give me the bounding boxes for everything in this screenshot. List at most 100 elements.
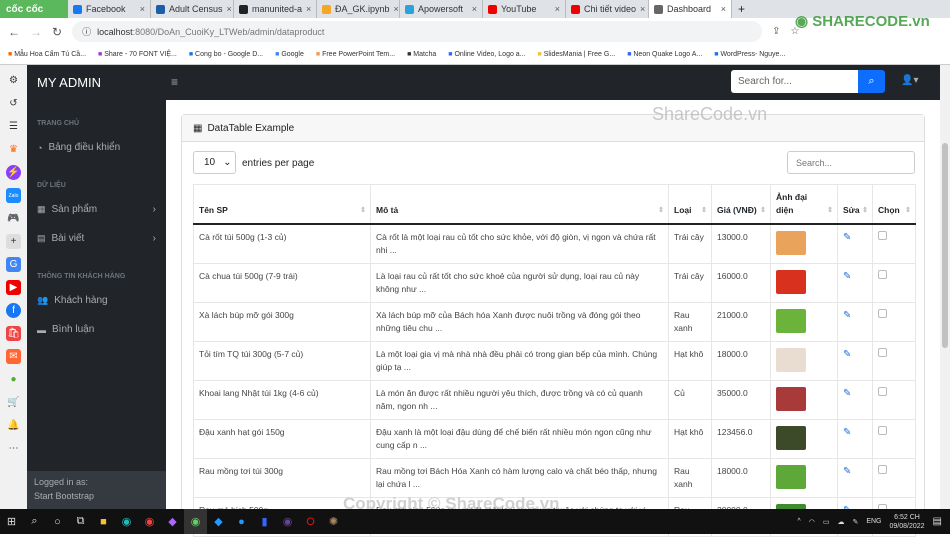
ticket-icon[interactable]: ✉ [6, 349, 21, 364]
close-tab-icon[interactable]: × [640, 4, 645, 14]
close-tab-icon[interactable]: × [227, 4, 232, 14]
bell-icon[interactable]: 🔔 [6, 418, 21, 433]
forward-icon[interactable]: → [30, 25, 42, 39]
browser-tab[interactable]: Adult Census × [151, 0, 234, 18]
sidebar-brand[interactable]: MY ADMIN [27, 65, 166, 100]
edit-pencil-icon[interactable]: ✎ [843, 388, 851, 399]
visual-studio-icon[interactable]: ◆ [161, 509, 184, 534]
shop-icon[interactable]: 🛍 [6, 326, 21, 341]
bookmark-item[interactable]: ■ Cong bo - Google D... [189, 51, 263, 58]
column-header[interactable]: Tên SP ⇕ [193, 184, 371, 225]
share-icon[interactable]: ⇪ [772, 26, 780, 37]
column-header[interactable]: Sửa ⇕ [837, 184, 873, 225]
edge-icon[interactable]: ◉ [115, 509, 138, 534]
app-icon[interactable]: ▮ [253, 509, 276, 534]
battery-icon[interactable]: ▭ [823, 518, 830, 526]
edit-pencil-icon[interactable]: ✎ [843, 466, 851, 477]
select-checkbox[interactable] [878, 387, 887, 396]
browser-tab[interactable]: ĐA_GK.ipynb × [317, 0, 400, 18]
browser-tab[interactable]: YouTube × [483, 0, 566, 18]
close-tab-icon[interactable]: × [306, 4, 311, 14]
column-header[interactable]: Loại ⇕ [668, 184, 712, 225]
browser-tab[interactable]: Dashboard × [649, 0, 732, 18]
sidebar-item[interactable]: ▤ Bài viết › [27, 224, 166, 253]
bookmark-item[interactable]: ■ Google [275, 51, 304, 58]
bookmark-item[interactable]: ■ Share - 70 FONT VIỆ... [98, 51, 177, 58]
zalo-taskbar-icon[interactable]: ● [230, 509, 253, 534]
bookmark-item[interactable]: ■ WordPress- Nguye... [714, 51, 785, 58]
clock[interactable]: 6:52 CH 09/08/2022 [890, 513, 925, 531]
settings-icon[interactable]: ⚙ [6, 73, 21, 88]
crown-icon[interactable]: ♛ [6, 142, 21, 157]
pen-icon[interactable]: ✎ [852, 518, 858, 526]
edit-pencil-icon[interactable]: ✎ [843, 271, 851, 282]
windows-start-icon[interactable]: ⊞ [0, 509, 23, 534]
bookmark-item[interactable]: ■ Online Video, Logo a... [448, 51, 525, 58]
new-tab-button[interactable]: + [732, 2, 751, 16]
game2-icon[interactable]: ● [6, 372, 21, 387]
zalo-icon[interactable]: Zalo [6, 188, 21, 203]
table-search-input[interactable]: Search... [787, 151, 915, 174]
bookmark-item[interactable]: ■ Free PowerPoint Tem... [316, 51, 395, 58]
language-indicator[interactable]: ENG [866, 518, 881, 525]
edit-pencil-icon[interactable]: ✎ [843, 310, 851, 321]
gear-app-icon[interactable]: ✺ [322, 509, 345, 534]
search-button[interactable]: ⌕ [858, 70, 885, 93]
browser-tab[interactable]: Facebook × [68, 0, 151, 18]
edit-pencil-icon[interactable]: ✎ [843, 232, 851, 243]
history-icon[interactable]: ↺ [6, 96, 21, 111]
more-icon[interactable]: ⋯ [6, 441, 21, 456]
select-checkbox[interactable] [878, 231, 887, 240]
bookmark-item[interactable]: ■ Neon Quake Logo A... [627, 51, 702, 58]
edit-pencil-icon[interactable]: ✎ [843, 349, 851, 360]
sidebar-item[interactable]: ◔ Bảng điều khiển [27, 133, 166, 162]
game-icon[interactable]: 🎮 [6, 211, 21, 226]
select-checkbox[interactable] [878, 309, 887, 318]
column-header[interactable]: Giá (VNĐ) ⇕ [711, 184, 771, 225]
browser-logo[interactable]: cốc cốc [0, 0, 68, 18]
translate-icon[interactable]: G [6, 257, 21, 272]
back-icon[interactable]: ← [8, 25, 20, 39]
select-checkbox[interactable] [878, 270, 887, 279]
vscode-icon[interactable]: ◆ [207, 509, 230, 534]
column-header[interactable]: Ảnh đại diện ⇕ [770, 184, 838, 225]
page-scrollbar[interactable] [940, 65, 950, 509]
bookmark-item[interactable]: ■ Matcha [407, 51, 436, 58]
eclipse-icon[interactable]: ◉ [276, 509, 299, 534]
select-checkbox[interactable] [878, 465, 887, 474]
notification-icon[interactable]: ▤ [933, 516, 942, 527]
close-tab-icon[interactable]: × [140, 4, 145, 14]
cart-icon[interactable]: 🛒 [6, 395, 21, 410]
reload-icon[interactable]: ↻ [52, 25, 62, 39]
sidebar-item[interactable]: 👥 Khách hàng [27, 286, 166, 315]
scrollbar-thumb[interactable] [942, 143, 948, 348]
url-field[interactable]: ⓘ localhost:8080/DoAn_CuoiKy_LTWeb/admin/… [72, 21, 763, 42]
search-icon[interactable]: ⌕ [23, 509, 46, 534]
reading-list-icon[interactable]: ☰ [6, 119, 21, 134]
edit-pencil-icon[interactable]: ✎ [843, 427, 851, 438]
tray-chevron-icon[interactable]: ^ [797, 518, 800, 525]
bookmark-item[interactable]: ■ Mẫu Hoa Cẩm Tú Cầ... [8, 51, 86, 58]
sidebar-item[interactable]: ▦ Sản phẩm › [27, 195, 166, 224]
user-menu-icon[interactable]: 👤▾ [901, 75, 918, 86]
coccoc-icon[interactable]: ◉ [184, 509, 207, 534]
file-explorer-icon[interactable]: ■ [92, 509, 115, 534]
sidebar-item[interactable]: ▬ Bình luận [27, 315, 166, 344]
onedrive-icon[interactable]: ☁ [837, 518, 844, 526]
opera-icon[interactable]: O [299, 509, 322, 534]
close-tab-icon[interactable]: × [394, 4, 399, 14]
search-input[interactable]: Search for... [731, 70, 858, 93]
browser-tab[interactable]: Apowersoft × [400, 0, 483, 18]
column-header[interactable]: Chọn ⇕ [872, 184, 916, 225]
select-checkbox[interactable] [878, 348, 887, 357]
cortana-icon[interactable]: ○ [46, 509, 69, 534]
messenger-icon[interactable]: ⚡ [6, 165, 21, 180]
close-tab-icon[interactable]: × [472, 4, 477, 14]
sidebar-toggle-icon[interactable]: ≡ [171, 75, 178, 89]
add-icon[interactable]: + [6, 234, 21, 249]
page-size-select[interactable]: 10 ⌄ [193, 151, 236, 174]
youtube-icon[interactable]: ▶ [6, 280, 21, 295]
select-checkbox[interactable] [878, 426, 887, 435]
task-view-icon[interactable]: ⧉ [69, 509, 92, 534]
close-tab-icon[interactable]: × [721, 4, 726, 14]
